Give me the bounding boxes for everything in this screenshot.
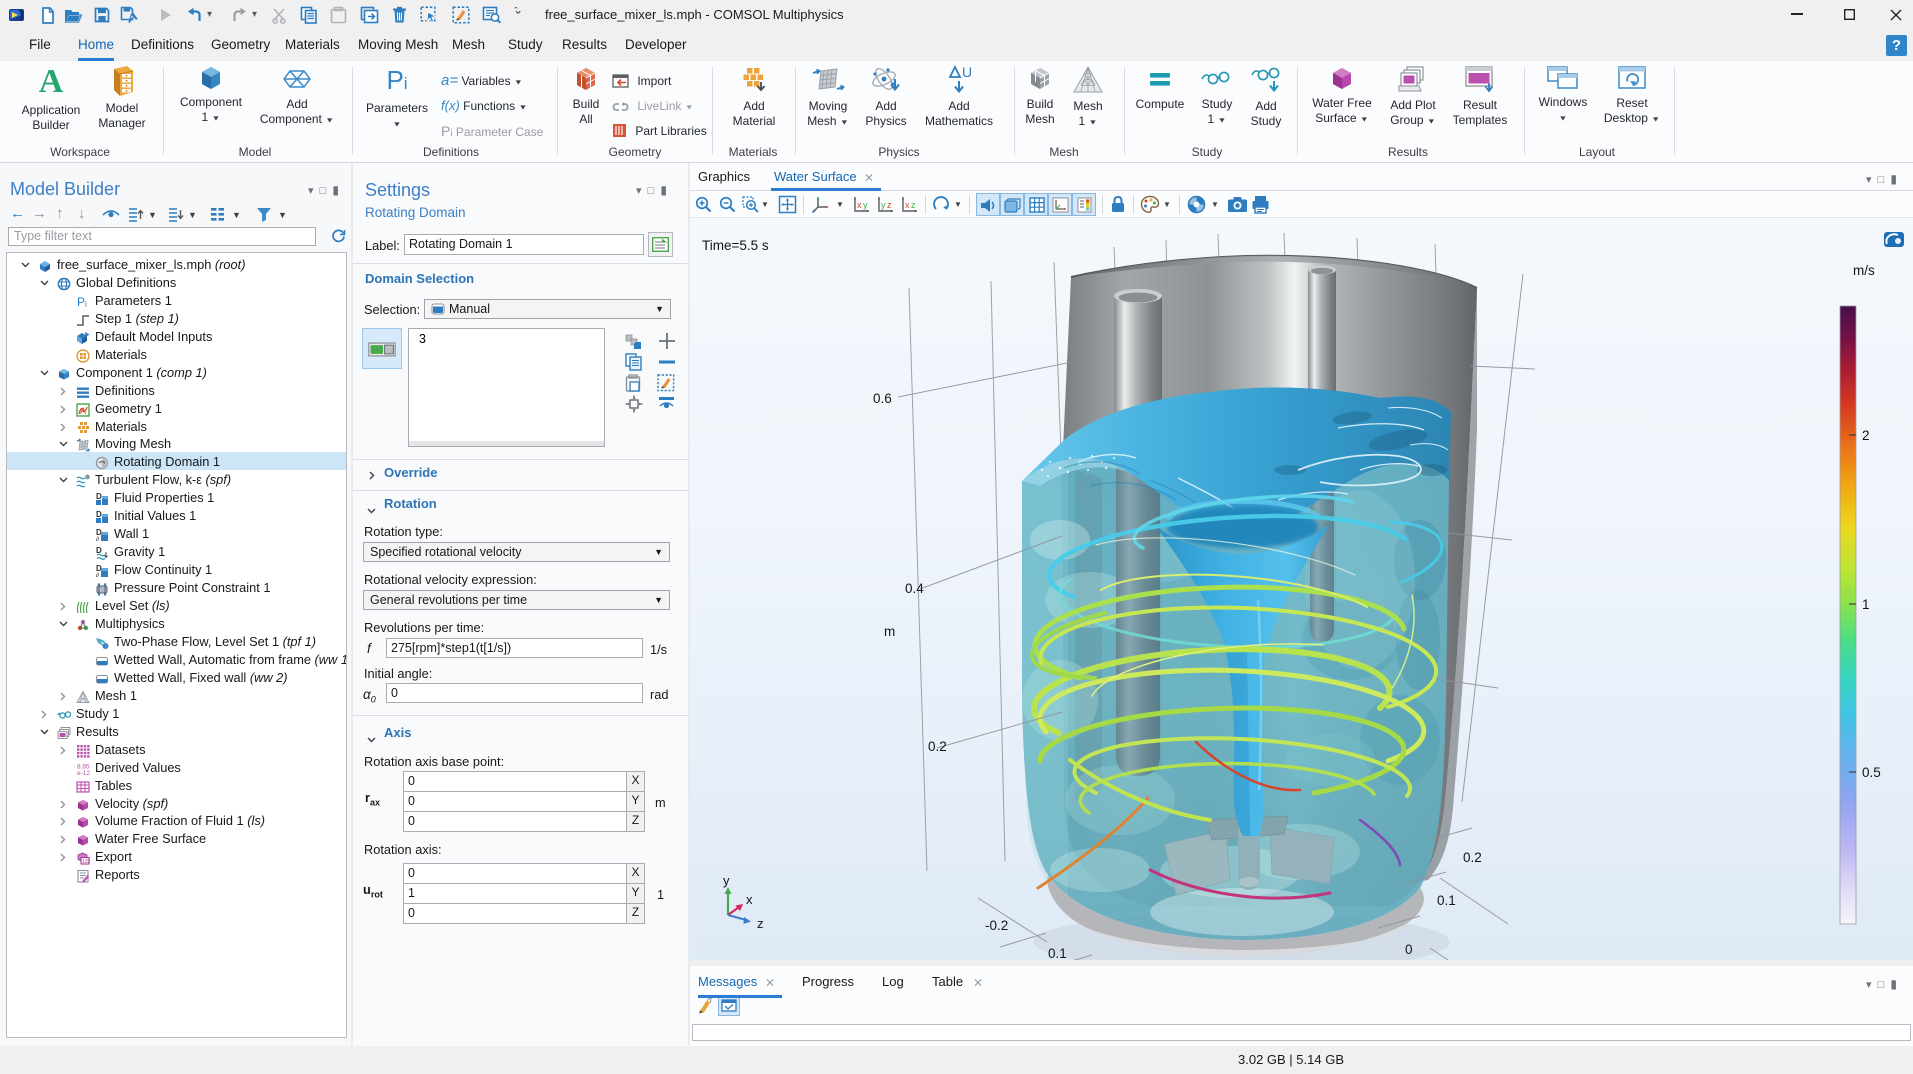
svg-text:m: m	[884, 624, 895, 639]
svg-text:e-12: e-12	[77, 770, 90, 776]
svg-text:y: y	[723, 873, 730, 888]
svg-text:U: U	[962, 65, 972, 80]
svg-text:2: 2	[1862, 428, 1870, 443]
svg-text:∂: ∂	[96, 572, 99, 578]
svg-text:Time=5.5 s: Time=5.5 s	[702, 238, 769, 253]
svg-text:123: 123	[82, 859, 90, 865]
svg-text:D: D	[96, 492, 102, 501]
svg-text:y: y	[881, 200, 886, 210]
svg-text:0.2: 0.2	[928, 739, 947, 754]
svg-text:z: z	[911, 200, 916, 210]
svg-text:0.5: 0.5	[1862, 765, 1881, 780]
svg-text:y: y	[863, 200, 868, 210]
svg-text:-0.2: -0.2	[985, 918, 1008, 933]
svg-text:x: x	[857, 200, 862, 210]
svg-text:D: D	[96, 510, 102, 519]
svg-text:∂: ∂	[96, 536, 99, 542]
svg-text:m/s: m/s	[1853, 263, 1875, 278]
svg-text:x: x	[746, 892, 753, 907]
svg-text:P: P	[77, 295, 85, 309]
svg-text:z: z	[887, 200, 892, 210]
svg-text:0.6: 0.6	[873, 391, 892, 406]
svg-text:z: z	[757, 916, 764, 931]
svg-text:0.1: 0.1	[1048, 946, 1067, 960]
svg-text:0.1: 0.1	[1437, 893, 1456, 908]
svg-text:1: 1	[1862, 597, 1870, 612]
svg-text:0: 0	[1405, 942, 1413, 957]
svg-text:A: A	[80, 406, 86, 416]
svg-text:i: i	[85, 300, 87, 309]
svg-text:0.2: 0.2	[1463, 850, 1482, 865]
svg-text:0.4: 0.4	[905, 581, 924, 596]
svg-text:x: x	[905, 200, 910, 210]
